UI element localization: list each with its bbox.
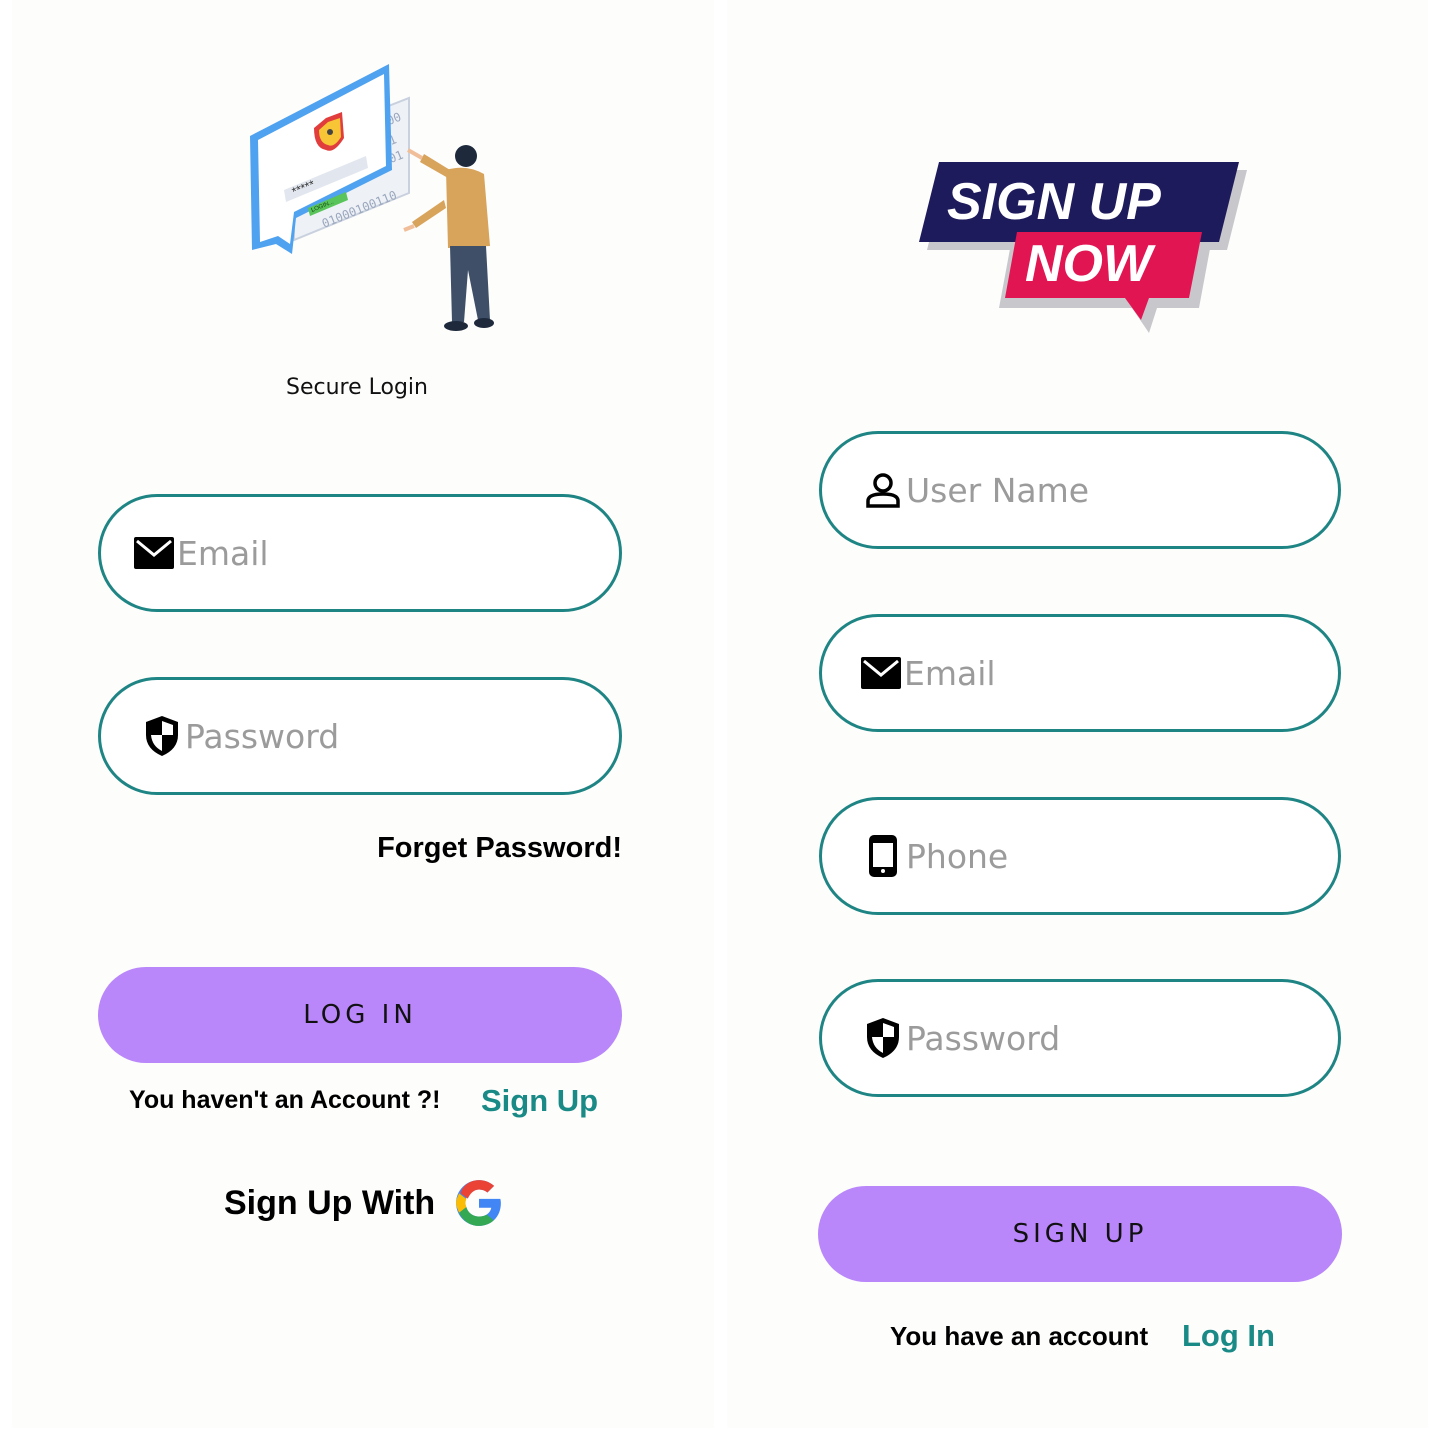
email-field[interactable] [819, 614, 1341, 732]
email-input[interactable] [904, 653, 1264, 693]
shield-icon [141, 715, 183, 757]
login-button[interactable]: LOG IN [98, 967, 622, 1063]
password-field[interactable] [98, 677, 622, 795]
google-icon[interactable] [454, 1178, 504, 1233]
logo-text-now: NOW [1025, 235, 1153, 293]
forgot-password-link[interactable]: Forget Password! [312, 832, 622, 865]
signup-with-label: Sign Up With [224, 1184, 436, 1222]
have-account-text: You have an account [890, 1321, 1149, 1351]
logo-text-signup: SIGN UP [947, 173, 1161, 231]
email-input[interactable] [177, 533, 537, 573]
login-panel: 100 11 101 01000100110 ***** LOGIN... Se… [12, 0, 714, 1428]
login-link[interactable]: Log In [1182, 1318, 1275, 1354]
person-icon [862, 469, 904, 511]
no-account-text: You haven't an Account ?! [129, 1086, 441, 1114]
password-field[interactable] [819, 979, 1341, 1097]
phone-input[interactable] [906, 836, 1266, 876]
username-field[interactable] [819, 431, 1341, 549]
signup-panel: SIGN UP NOW SIGN UP You have an account … [727, 0, 1428, 1428]
envelope-icon [860, 652, 902, 694]
signup-now-logo: SIGN UP NOW [917, 158, 1257, 338]
phone-field[interactable] [819, 797, 1341, 915]
username-input[interactable] [906, 470, 1266, 510]
signup-button[interactable]: SIGN UP [818, 1186, 1342, 1282]
shield-icon [862, 1017, 904, 1059]
signup-link[interactable]: Sign Up [481, 1083, 598, 1119]
phone-icon [862, 835, 904, 877]
illustration-caption: Secure Login [286, 375, 428, 400]
password-input[interactable] [906, 1018, 1266, 1058]
secure-login-illustration: 100 11 101 01000100110 ***** LOGIN... [250, 64, 494, 331]
envelope-icon [133, 532, 175, 574]
email-field[interactable] [98, 494, 622, 612]
password-input[interactable] [185, 716, 545, 756]
